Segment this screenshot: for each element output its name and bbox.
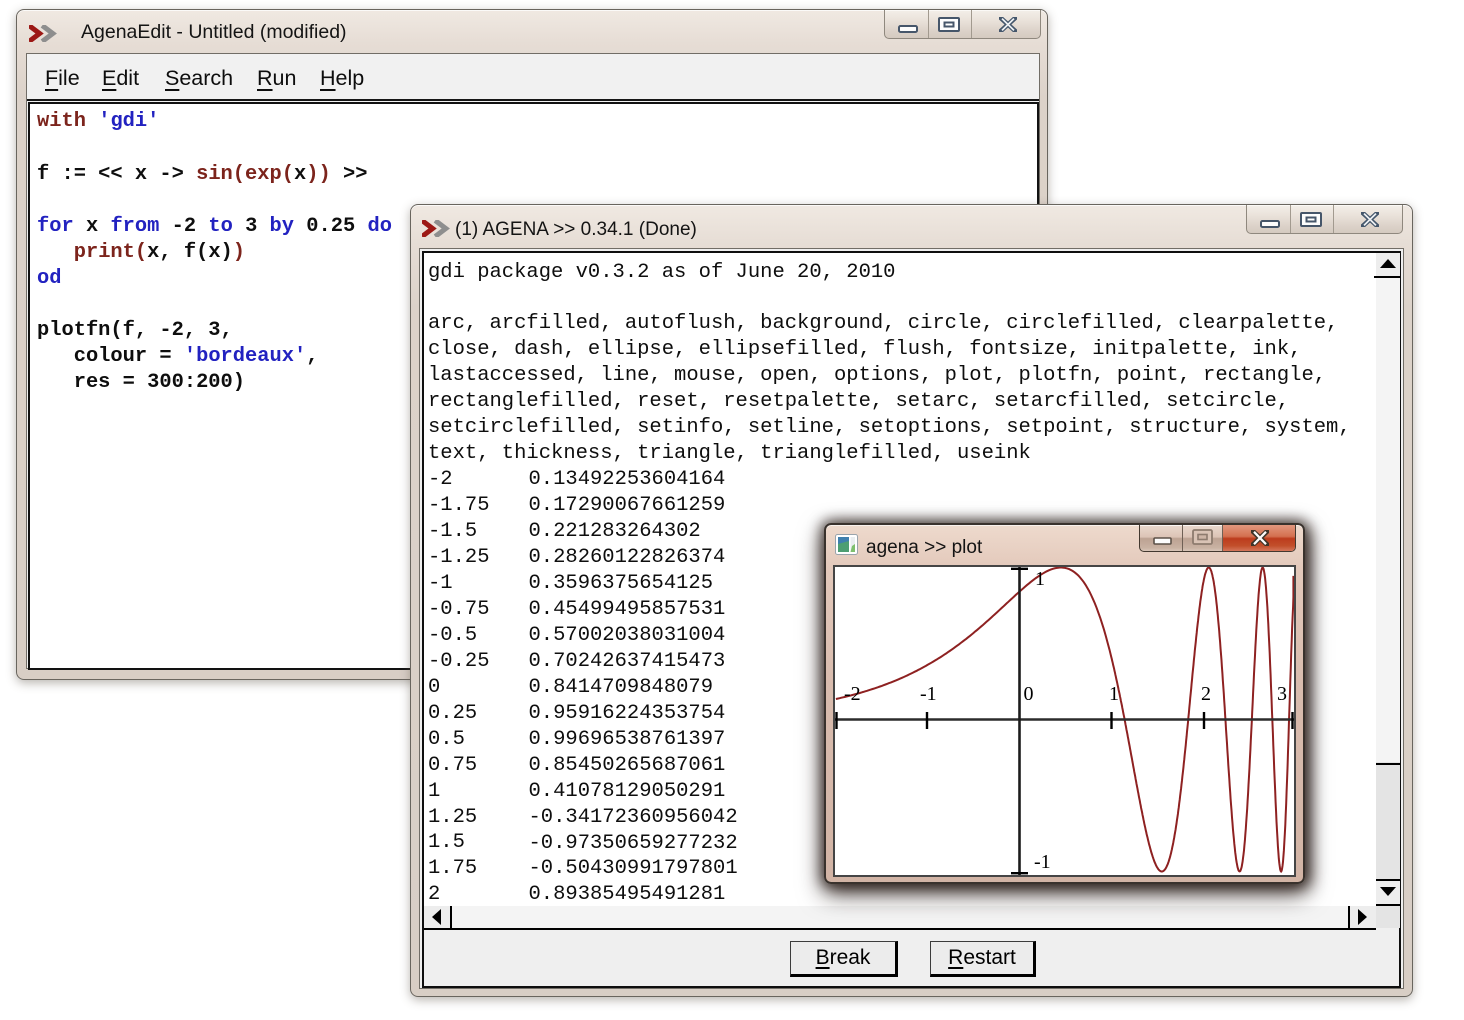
svg-text:0: 0 [1024, 683, 1034, 705]
svg-text:2: 2 [1201, 683, 1211, 705]
svg-text:-1: -1 [1034, 851, 1051, 873]
svg-text:-2: -2 [844, 683, 861, 705]
svg-text:1: 1 [1109, 683, 1119, 705]
svg-text:1: 1 [1035, 568, 1045, 590]
svg-text:-1: -1 [920, 683, 937, 705]
svg-text:3: 3 [1277, 683, 1287, 705]
